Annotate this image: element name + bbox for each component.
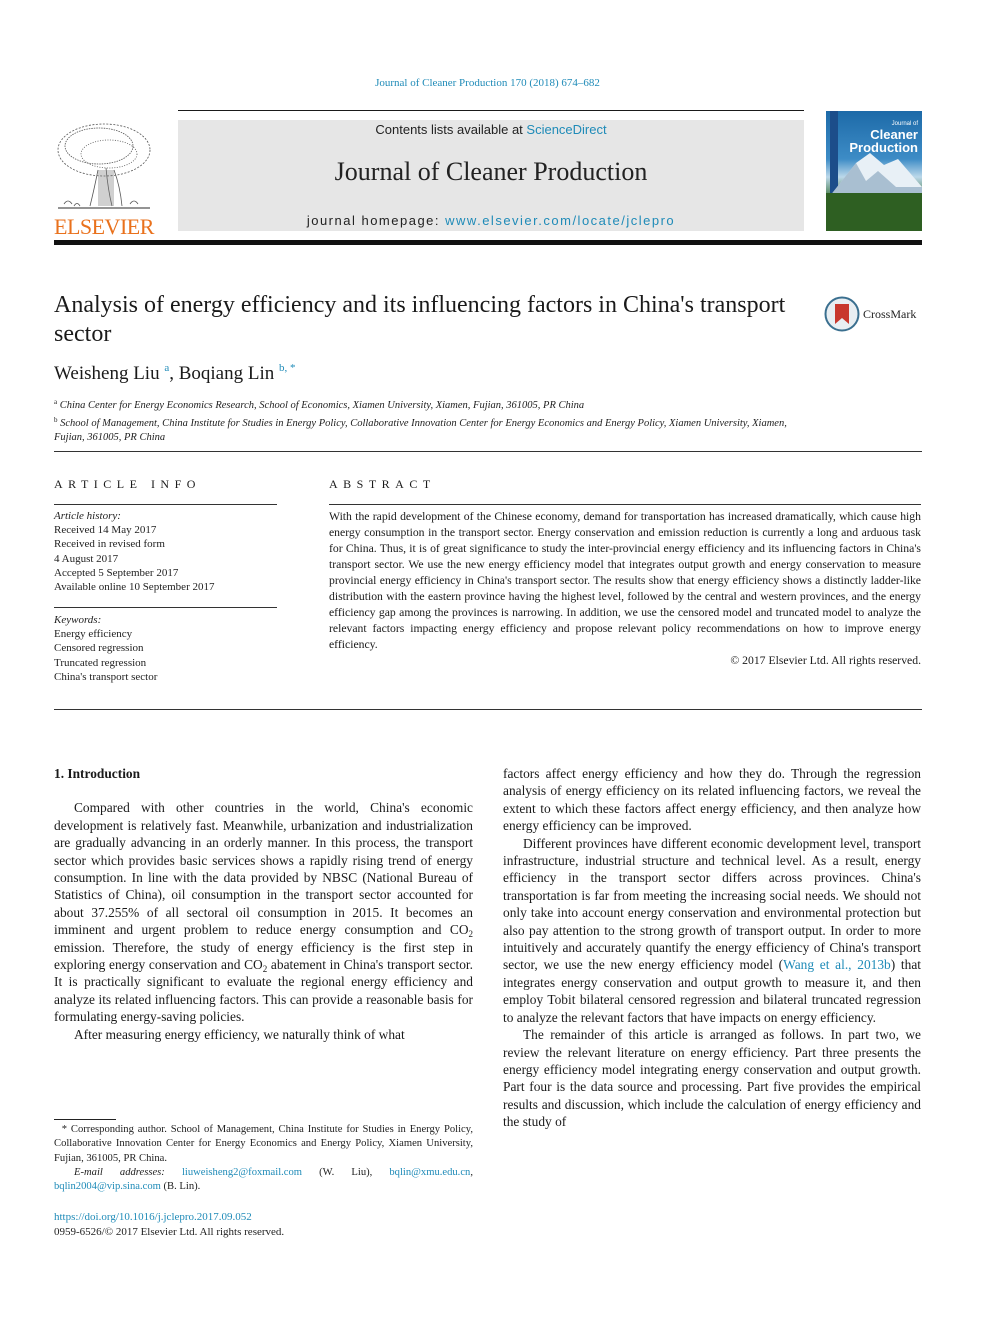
footnote: * Corresponding author. School of Manage… [54, 1123, 473, 1194]
abstract-rule [329, 504, 921, 505]
header-rule [178, 110, 804, 111]
title-divider [54, 451, 922, 452]
crossmark-label: CrossMark [863, 306, 917, 321]
abstract: With the rapid development of the Chines… [329, 509, 921, 669]
history-item: Available online 10 September 2017 [54, 581, 215, 594]
contents-prefix: Contents lists available at [375, 122, 527, 137]
keyword: Censored regression [54, 642, 144, 655]
affiliation: a China Center for Energy Economics Rese… [54, 398, 585, 411]
paragraph: Compared with other countries in the wor… [54, 800, 473, 1025]
paragraph: factors affect energy efficiency and how… [503, 766, 921, 834]
homepage-link[interactable]: www.elsevier.com/locate/jclepro [445, 213, 675, 228]
crossmark-icon [824, 296, 860, 332]
journal-title: Journal of Cleaner Production [334, 157, 648, 186]
abstract-divider [54, 709, 922, 710]
keyword: Energy efficiency [54, 628, 133, 641]
paragraph: The remainder of this article is arrange… [503, 1027, 921, 1130]
keywords: Keywords: Energy efficiency Censored reg… [54, 613, 278, 684]
header-thick-rule [54, 240, 922, 245]
author-name[interactable]: Boqiang Lin [179, 363, 275, 384]
article-history: Article history: Received 14 May 2017 Re… [54, 509, 278, 594]
body-left-column: 1. Introduction Compared with other coun… [54, 765, 473, 1043]
issn-copyright: 0959-6526/© 2017 Elsevier Ltd. All right… [54, 1226, 285, 1238]
elsevier-wordmark: ELSEVIER [54, 214, 154, 239]
journal-citation-link[interactable]: Journal of Cleaner Production 170 (2018)… [0, 77, 975, 89]
email-addresses: E-mail addresses: liuweisheng2@foxmail.c… [54, 1166, 473, 1193]
email-link[interactable]: bqlin@xmu.edu.cn [389, 1167, 470, 1178]
homepage-prefix: journal homepage: [306, 213, 446, 228]
author-list: Weisheng Liu a, Boqiang Lin b, * [54, 362, 296, 384]
article-title: Analysis of energy efficiency and its in… [54, 292, 786, 347]
keywords-label: Keywords: [54, 614, 102, 626]
crossmark-button[interactable]: CrossMark [824, 296, 916, 332]
body-right-column: factors affect energy efficiency and how… [503, 765, 921, 1131]
journal-cover-image[interactable]: Journal of Cleaner Production [826, 111, 922, 231]
history-item: Received 14 May 2017 [54, 524, 157, 537]
keyword: Truncated regression [54, 656, 147, 669]
paragraph: After measuring energy efficiency, we na… [74, 1026, 405, 1042]
article-info-heading: ARTICLE INFO [54, 477, 201, 491]
article-info-rule [54, 504, 277, 505]
affiliations: a China Center for Energy Economics Rese… [54, 395, 814, 445]
history-item: Received in revised form [54, 538, 165, 551]
history-label: Article history: [54, 510, 121, 522]
author-affil-mark[interactable]: a [164, 362, 169, 374]
section-heading-introduction: 1. Introduction [54, 766, 141, 781]
sciencedirect-link[interactable]: ScienceDirect [526, 122, 606, 137]
elsevier-logo[interactable]: ELSEVIER [54, 120, 158, 238]
author-affil-mark[interactable]: b, * [279, 362, 296, 374]
cover-title: Journal of Cleaner Production [849, 121, 918, 155]
homepage-line: journal homepage: www.elsevier.com/locat… [178, 213, 804, 228]
abstract-heading: ABSTRACT [329, 477, 436, 491]
affiliation: b School of Management, China Institute … [54, 416, 787, 443]
footer: https://doi.org/10.1016/j.jclepro.2017.0… [54, 1210, 284, 1240]
footnote-rule [54, 1119, 116, 1120]
email-link[interactable]: liuweisheng2@foxmail.com [182, 1167, 302, 1178]
abstract-text: With the rapid development of the Chines… [329, 510, 921, 651]
keywords-rule [54, 607, 277, 608]
journal-banner: Contents lists available at ScienceDirec… [178, 120, 804, 231]
abstract-copyright: © 2017 Elsevier Ltd. All rights reserved… [730, 654, 921, 667]
email-link[interactable]: bqlin2004@vip.sina.com [54, 1181, 161, 1192]
history-item: 4 August 2017 [54, 552, 119, 565]
doi-link[interactable]: https://doi.org/10.1016/j.jclepro.2017.0… [54, 1211, 252, 1223]
elsevier-tree-icon [57, 123, 151, 209]
history-item: Accepted 5 September 2017 [54, 566, 179, 579]
author-name[interactable]: Weisheng Liu [54, 363, 160, 384]
keyword: China's transport sector [54, 670, 158, 683]
contents-line: Contents lists available at ScienceDirec… [178, 122, 804, 137]
paragraph: Different provinces have different econo… [503, 835, 921, 1025]
citation-link[interactable]: Wang et al., 2013b [783, 957, 891, 972]
corresponding-author-note: * Corresponding author. School of Manage… [54, 1124, 474, 1164]
